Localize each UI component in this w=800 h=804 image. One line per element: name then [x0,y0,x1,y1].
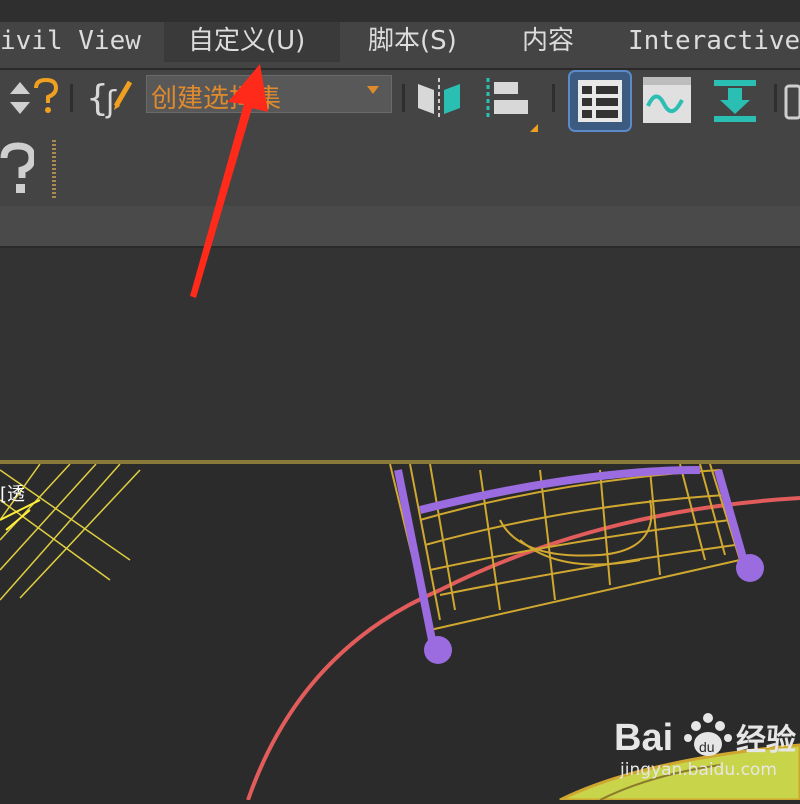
watermark-url: jingyan.baidu.com [620,760,777,780]
menu-civil-view[interactable]: ivil View [0,22,141,62]
toolbar-separator [552,84,555,112]
baidu-watermark: Bai du 经验 jingyan.baidu.com [612,706,800,780]
menu-bar: ivil View 自定义(U) 脚本(S) 内容 Interactive [0,0,800,70]
menu-scripting[interactable]: 脚本(S) [368,22,457,62]
render-setup-icon[interactable] [710,76,760,124]
menu-interactive[interactable]: Interactive [628,22,800,62]
mirror-icon[interactable] [414,76,466,120]
svg-text:du: du [699,739,715,755]
help-arrows-icon[interactable] [6,78,60,122]
toolbar-separator [402,84,405,112]
edit-named-selection-icon[interactable]: { ʃ [86,76,136,120]
align-icon[interactable] [482,76,542,136]
title-strip [0,0,800,22]
baidu-paw-logo: Bai du 经验 [614,713,796,759]
render-frame-icon[interactable] [784,82,800,122]
toolbar-separator [774,84,777,112]
vertex-handle[interactable] [736,554,764,582]
help-question-icon[interactable] [0,142,34,198]
annotation-arrow-icon [190,64,268,298]
dropdown-arrow-icon [367,86,379,94]
curve-editor-icon[interactable] [642,76,692,124]
toolbar-grip [52,140,56,198]
menu-content[interactable]: 内容 [522,22,574,62]
ribbon-strip [0,206,800,248]
scene-explorer-icon[interactable] [568,70,632,132]
ribbon-panel [0,206,800,460]
vertex-handle[interactable] [424,636,452,664]
svg-text:经验: 经验 [736,723,796,758]
svg-text:Bai: Bai [614,717,673,759]
wireframe-object [389,464,742,632]
viewport-label: [透 [0,484,25,505]
toolbar-separator [70,84,73,112]
menu-customize[interactable]: 自定义(U) [164,22,340,62]
